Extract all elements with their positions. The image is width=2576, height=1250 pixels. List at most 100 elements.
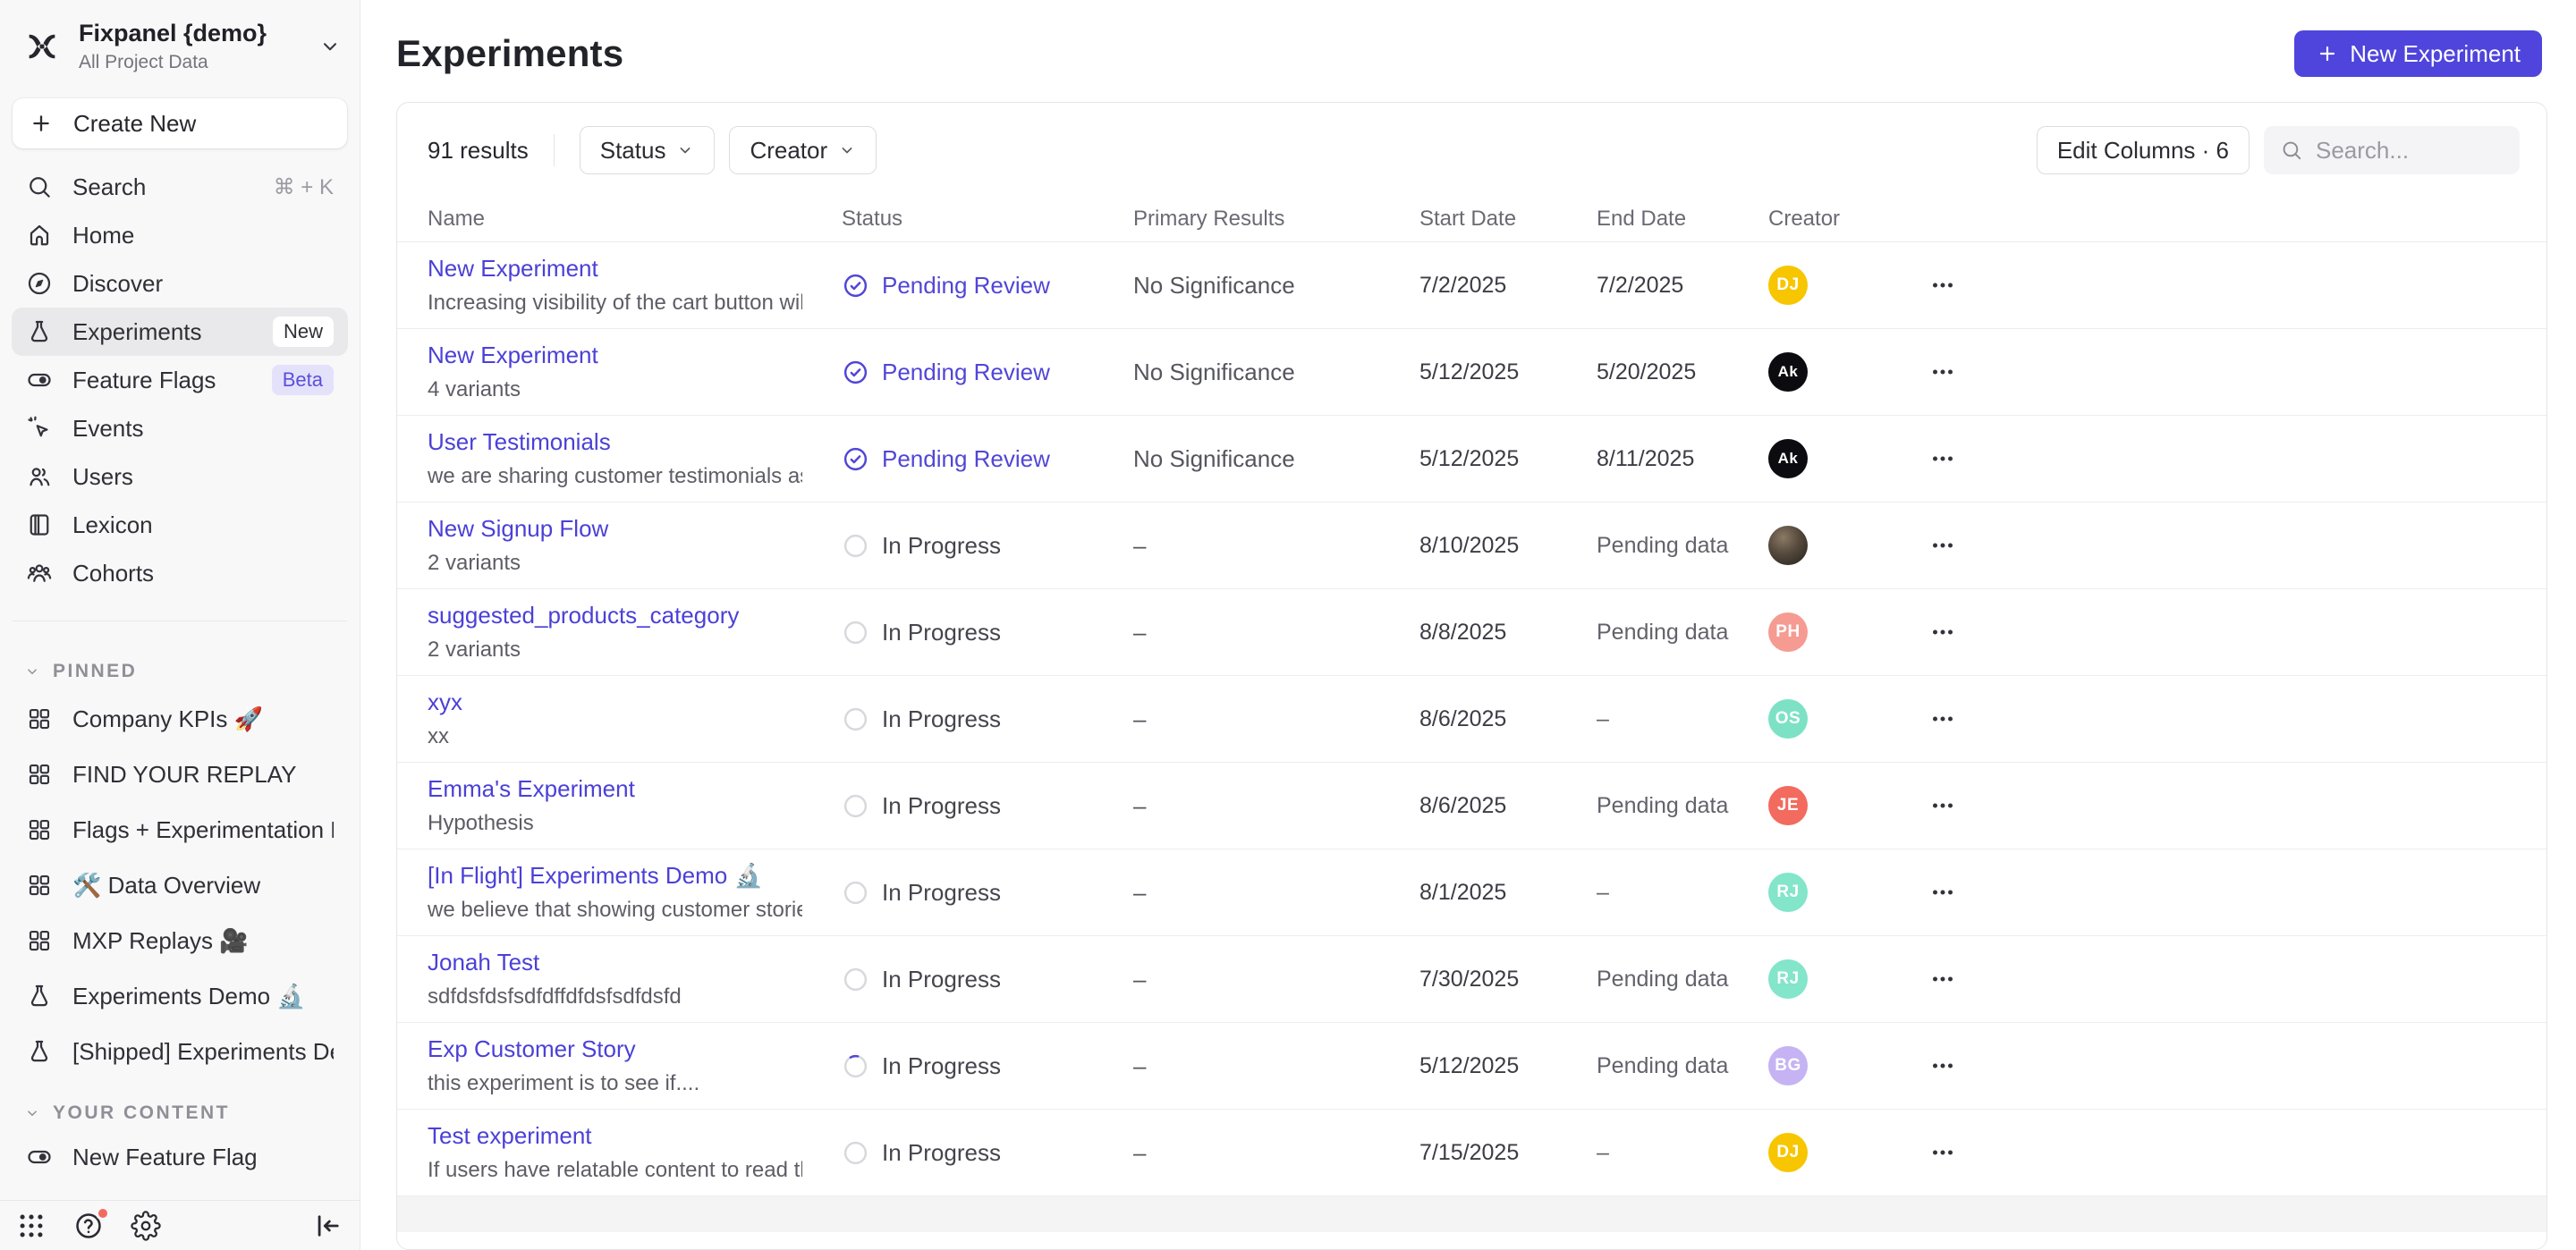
experiment-name-link[interactable]: Jonah Test [428,949,802,976]
sidebar-item-label: Lexicon [72,511,334,539]
experiment-description: If users have relatable content to read … [428,1158,802,1183]
sidebar-item-lexicon[interactable]: Lexicon [12,501,348,549]
check-circle-icon [842,445,869,473]
sidebar-item-experiments[interactable]: Experiments New [12,308,348,356]
gear-icon[interactable] [131,1211,161,1241]
row-actions-button[interactable] [1922,612,1963,653]
toggle-icon [26,1144,53,1170]
sidebar-item-label: Flags + Experimentation Demo 🧪 [72,816,334,844]
creator-avatar: RJ [1768,959,1808,999]
sidebar-item-company-kpis[interactable]: Company KPIs 🚀 [12,693,348,745]
board-icon [26,705,53,732]
experiment-name-link[interactable]: xyx [428,688,802,716]
status-label: In Progress [882,966,1001,993]
status-label: In Progress [882,619,1001,646]
search-icon [26,173,53,200]
row-actions-button[interactable] [1922,351,1963,393]
sidebar-item-experiments-demo[interactable]: Experiments Demo 🔬 [12,970,348,1022]
sidebar-item-data-overview[interactable]: 🛠️ Data Overview [12,859,348,911]
primary-results-value: – [1133,532,1419,560]
row-actions-button[interactable] [1922,1132,1963,1173]
row-actions-button[interactable] [1922,1045,1963,1086]
experiment-description: sdfdsfdsfsdfdffdfdsfsdfdsfd [428,984,802,1009]
row-actions-button[interactable] [1922,265,1963,306]
sidebar-item-search[interactable]: Search ⌘ + K [12,163,348,211]
sidebar-item-cohorts[interactable]: Cohorts [12,549,348,597]
experiments-card: 91 results StatusCreator Edit Columns · … [396,102,2547,1250]
column-header-status: Status [842,207,1133,232]
board-icon [26,927,53,954]
row-actions-button[interactable] [1922,785,1963,826]
experiment-name-link[interactable]: Exp Customer Story [428,1035,802,1063]
ellipsis-icon [1929,1052,1956,1079]
table-header-row: NameStatusPrimary ResultsStart DateEnd D… [397,196,2546,242]
row-actions-button[interactable] [1922,525,1963,566]
sidebar-item-label: MXP Replays 🎥 [72,927,334,955]
workspace-switcher[interactable]: Fixpanel {demo} All Project Data [0,0,360,88]
row-actions-button[interactable] [1922,959,1963,1000]
row-actions-button[interactable] [1922,698,1963,739]
sidebar-item-feature-flags[interactable]: Feature Flags Beta [12,356,348,404]
sidebar-nav: Search ⌘ + K Home Discover Experiments N… [0,163,360,597]
creator-filter-chip[interactable]: Creator [729,126,877,174]
status-filter-chip[interactable]: Status [580,126,716,174]
toolbar-divider [554,134,555,166]
creator-avatar: DJ [1768,266,1808,305]
row-actions-button[interactable] [1922,872,1963,913]
pinned-section-header[interactable]: PINNED [24,661,335,682]
experiment-description: we are sharing customer testimonials as … [428,464,802,489]
ellipsis-icon [1929,705,1956,732]
sidebar: Fixpanel {demo} All Project Data Create … [0,0,360,1250]
board-icon [26,761,53,788]
new-experiment-button[interactable]: New Experiment [2294,30,2542,77]
sidebar-item-new-feature-flag[interactable]: New Feature Flag [12,1133,348,1181]
column-header-end-date: End Date [1597,207,1768,232]
sidebar-item-find-your-replay[interactable]: FIND YOUR REPLAY [12,748,348,800]
sidebar-item-users[interactable]: Users [12,452,348,501]
ellipsis-icon [1929,445,1956,472]
chevron-down-icon [24,663,40,680]
experiment-name-link[interactable]: Emma's Experiment [428,775,802,803]
sidebar-item-events[interactable]: Events [12,404,348,452]
search-input[interactable] [2316,137,2504,165]
table-search[interactable] [2264,126,2520,174]
end-date-value: – [1597,1140,1768,1166]
sidebar-item-flags-experimentation-demo[interactable]: Flags + Experimentation Demo 🧪 [12,804,348,856]
notification-dot [96,1206,110,1220]
experiment-description: 2 variants [428,551,802,576]
create-new-button[interactable]: Create New [13,98,347,148]
row-actions-button[interactable] [1922,438,1963,479]
sidebar-item-home[interactable]: Home [12,211,348,259]
experiment-name-link[interactable]: User Testimonials [428,428,802,456]
sidebar-item-mxp-replays[interactable]: MXP Replays 🎥 [12,915,348,967]
experiment-name-link[interactable]: New Signup Flow [428,515,802,543]
collapse-sidebar-icon[interactable] [313,1211,343,1241]
experiment-name-link[interactable]: [In Flight] Experiments Demo 🔬 [428,862,802,890]
table-row: Jonah Test sdfdsfdsfsdfdffdfdsfsdfdsfd I… [397,936,2546,1023]
filter-chips: Status Creator [580,126,877,174]
sidebar-item-label: Search [72,173,254,201]
primary-results-value: No Significance [1133,272,1419,300]
sidebar-item-shipped-experiments-demo[interactable]: [Shipped] Experiments Demo 🖊️ [12,1026,348,1077]
circle-icon [842,705,869,733]
apps-grid-icon[interactable] [16,1211,47,1241]
help-icon[interactable] [73,1211,104,1241]
sidebar-item-label: Feature Flags [72,367,252,394]
circle-icon [842,792,869,820]
ellipsis-icon [1929,966,1956,992]
sidebar-item-discover[interactable]: Discover [12,259,348,308]
filter-label: Status [600,137,666,165]
status-label: Pending Review [882,359,1050,386]
status-label: In Progress [882,1139,1001,1167]
sidebar-item-label: [Shipped] Experiments Demo 🖊️ [72,1038,334,1066]
book-icon [26,511,53,538]
experiment-name-link[interactable]: New Experiment [428,255,802,283]
experiment-name-link[interactable]: Test experiment [428,1122,802,1150]
experiment-name-link[interactable]: New Experiment [428,342,802,369]
experiment-name-link[interactable]: suggested_products_category [428,602,802,629]
beta-badge: Beta [272,365,334,395]
your-content-section-header[interactable]: YOUR CONTENT [24,1102,335,1124]
edit-columns-button[interactable]: Edit Columns · 6 [2037,126,2250,174]
creator-avatar: PH [1768,612,1808,652]
status-label: In Progress [882,792,1001,820]
